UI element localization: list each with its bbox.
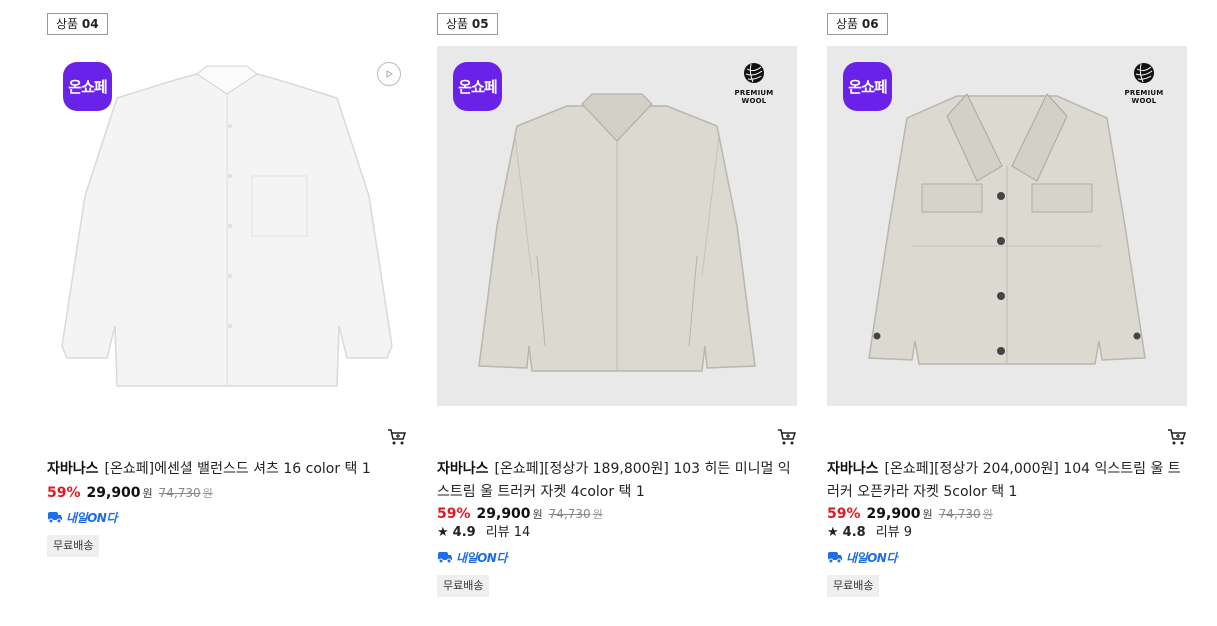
play-icon[interactable] [377,62,401,86]
star-icon: ★ [437,525,449,540]
review-count: 리뷰 9 [875,525,913,540]
product-name: [온쇼페][정상가 204,000원] 104 익스트림 울 트러커 오픈카라 … [827,461,1181,500]
price-row: 59% 29,900 원 74,730 원 [47,483,213,503]
badge-number: 04 [81,17,99,31]
badge-prefix: 상품 [56,17,79,31]
price-row: 59% 29,900 원 74,730 원 [437,504,603,524]
product-image[interactable]: 온쇼페 PREMIUM WOOL [827,46,1187,406]
badge-prefix: 상품 [836,17,859,31]
onshope-label: 온쇼페 [848,78,887,96]
brand-name: 자바나스 [437,461,489,477]
rating-row: ★ 4.9 리뷰 14 [437,524,530,542]
free-shipping-tag: 무료배송 [827,575,880,597]
product-title[interactable]: 자바나스 [온쇼페][정상가 204,000원] 104 익스트림 울 트러커 오… [827,458,1187,504]
original-won-unit: 원 [592,508,603,521]
premium-wool-badge: PREMIUM WOOL [721,62,787,105]
delivery-truck-icon [828,552,842,564]
badge-prefix: 상품 [446,17,469,31]
product-card-04[interactable]: 상품 04 온쇼페 자바나스 [온쇼페]에센셜 밸런스드 셔츠 16 color … [47,13,407,557]
product-name: [온쇼페][정상가 189,800원] 103 히든 미니멀 익스트림 울 트러… [437,461,791,500]
delivery-label: 내일ON다 [846,550,897,565]
product-number-badge: 상품 05 [437,13,498,35]
discount-rate: 59% [827,506,861,522]
product-number-badge: 상품 06 [827,13,888,35]
cart-icon[interactable] [777,428,797,446]
product-title[interactable]: 자바나스 [온쇼페][정상가 189,800원] 103 히든 미니멀 익스트림 … [437,458,797,504]
onshope-badge: 온쇼페 [63,62,112,111]
cart-icon[interactable] [387,428,407,446]
wool-ball-icon [1134,63,1154,83]
sale-price: 29,900 [86,485,141,501]
discount-rate: 59% [47,485,81,501]
brand-name: 자바나스 [47,461,99,477]
product-title[interactable]: 자바나스 [온쇼페]에센셜 밸런스드 셔츠 16 color 택 1 [47,458,407,481]
free-shipping-tag: 무료배송 [437,575,490,597]
delivery-badge: 내일ON다 [437,549,507,565]
star-icon: ★ [827,525,839,540]
product-card-06[interactable]: 상품 06 온쇼페 PREMIUM WOOL 자바나스 [온쇼페][정상가 204… [827,13,1187,597]
onshope-label: 온쇼페 [458,78,497,96]
onshope-badge: 온쇼페 [453,62,502,111]
delivery-truck-icon [438,552,452,564]
product-number-badge: 상품 04 [47,13,108,35]
delivery-badge: 내일ON다 [827,549,897,565]
product-image[interactable]: 온쇼페 PREMIUM WOOL [437,46,797,406]
free-shipping-tag: 무료배송 [47,535,100,557]
price-row: 59% 29,900 원 74,730 원 [827,504,993,524]
brand-name: 자바나스 [827,461,879,477]
onshope-badge: 온쇼페 [843,62,892,111]
rating-score: 4.8 [842,525,866,540]
original-won-unit: 원 [982,508,993,521]
original-price: 74,730 [158,486,201,500]
premium-wool-badge: PREMIUM WOOL [1111,62,1177,105]
delivery-badge: 내일ON다 [47,509,117,525]
product-card-05[interactable]: 상품 05 온쇼페 PREMIUM WOOL 자바나스 [온쇼페][정상가 189… [437,13,797,597]
discount-rate: 59% [437,506,471,522]
rating-row: ★ 4.8 리뷰 9 [827,524,912,542]
premium-wool-label: PREMIUM WOOL [734,89,774,105]
won-unit: 원 [922,508,933,521]
delivery-truck-icon [48,512,62,524]
won-unit: 원 [142,487,153,500]
sale-price: 29,900 [866,506,921,522]
original-price: 74,730 [938,507,981,521]
delivery-label: 내일ON다 [66,510,117,525]
sale-price: 29,900 [476,506,531,522]
product-image[interactable]: 온쇼페 [47,46,407,406]
review-count: 리뷰 14 [485,525,531,540]
cart-icon[interactable] [1167,428,1187,446]
badge-number: 06 [861,17,879,31]
wool-ball-icon [744,63,764,83]
original-price: 74,730 [548,507,591,521]
badge-number: 05 [471,17,489,31]
premium-wool-label: PREMIUM WOOL [1124,89,1164,105]
original-won-unit: 원 [202,487,213,500]
product-name: [온쇼페]에센셜 밸런스드 셔츠 16 color 택 1 [104,461,371,477]
rating-score: 4.9 [452,525,476,540]
delivery-label: 내일ON다 [456,550,507,565]
onshope-label: 온쇼페 [68,78,107,96]
won-unit: 원 [532,508,543,521]
